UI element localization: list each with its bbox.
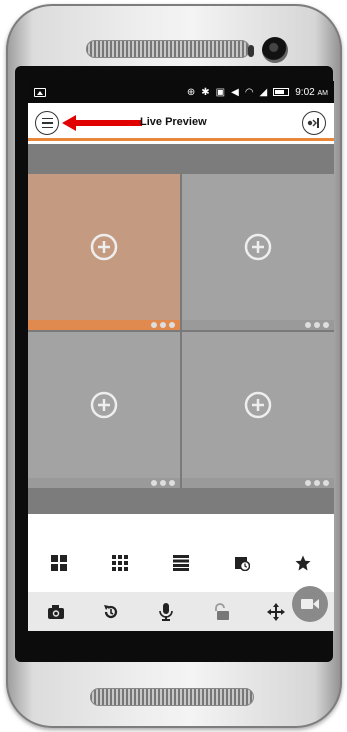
preview-bottom-band	[28, 488, 334, 514]
camera-tile[interactable]	[28, 174, 180, 330]
ptz-move-icon[interactable]	[266, 602, 286, 622]
front-camera	[262, 37, 288, 63]
control-panel	[28, 514, 334, 631]
tile-status-bar	[182, 320, 334, 330]
sync-icon: ⊕	[186, 86, 196, 98]
add-camera-icon[interactable]	[243, 390, 273, 420]
signal-icon: ◢	[259, 86, 268, 98]
live-preview-area	[28, 144, 334, 514]
favorite-star-icon[interactable]	[293, 553, 313, 573]
earpiece-speaker	[86, 40, 250, 58]
single-view-icon[interactable]	[49, 553, 69, 573]
red-arrow-annotation	[62, 115, 142, 131]
wifi-icon: ◠	[244, 86, 254, 98]
add-camera-icon[interactable]	[243, 232, 273, 262]
phone-screen: ⊕ ✱ ▣ ◀ ◠ ◢ 9:02 AM Live Preview	[28, 81, 334, 631]
status-bar: ⊕ ✱ ▣ ◀ ◠ ◢ 9:02 AM	[28, 81, 334, 103]
camera-tile[interactable]	[182, 174, 334, 330]
tile-status-bar	[28, 478, 180, 488]
bottom-speaker	[90, 688, 254, 706]
preview-top-band	[28, 144, 334, 174]
page-title: Live Preview	[140, 116, 207, 128]
layout-selector	[28, 550, 334, 576]
snapshot-camera-icon[interactable]	[46, 602, 66, 622]
nine-view-icon[interactable]	[110, 553, 130, 573]
add-camera-icon[interactable]	[89, 232, 119, 262]
tile-status-bar	[182, 478, 334, 488]
tile-status-bar	[28, 320, 180, 330]
battery-icon	[273, 88, 290, 96]
bluetooth-icon: ✱	[201, 86, 210, 98]
camera-tile[interactable]	[28, 332, 180, 488]
list-view-icon[interactable]	[171, 553, 191, 573]
clock: 9:02 AM	[295, 87, 328, 98]
app-bar: Live Preview	[28, 103, 334, 141]
clock-time: 9:02	[295, 86, 315, 98]
video-record-button[interactable]	[292, 586, 328, 622]
nfc-icon: ▣	[215, 86, 226, 98]
microphone-icon[interactable]	[156, 602, 176, 622]
clock-ampm: AM	[317, 89, 329, 97]
camera-tile[interactable]	[182, 332, 334, 488]
mute-icon: ◀	[231, 86, 239, 98]
unlock-icon[interactable]	[211, 602, 231, 622]
video-camera-icon	[301, 599, 319, 609]
camera-grid	[28, 174, 334, 488]
playback-icon[interactable]	[232, 553, 252, 573]
history-rotate-icon[interactable]	[101, 602, 121, 622]
gallery-notification-icon	[34, 87, 46, 97]
menu-icon[interactable]	[35, 111, 59, 135]
proximity-sensor	[248, 45, 254, 57]
bottom-toolbar	[28, 592, 334, 631]
exit-icon[interactable]	[302, 111, 326, 135]
add-camera-icon[interactable]	[89, 390, 119, 420]
